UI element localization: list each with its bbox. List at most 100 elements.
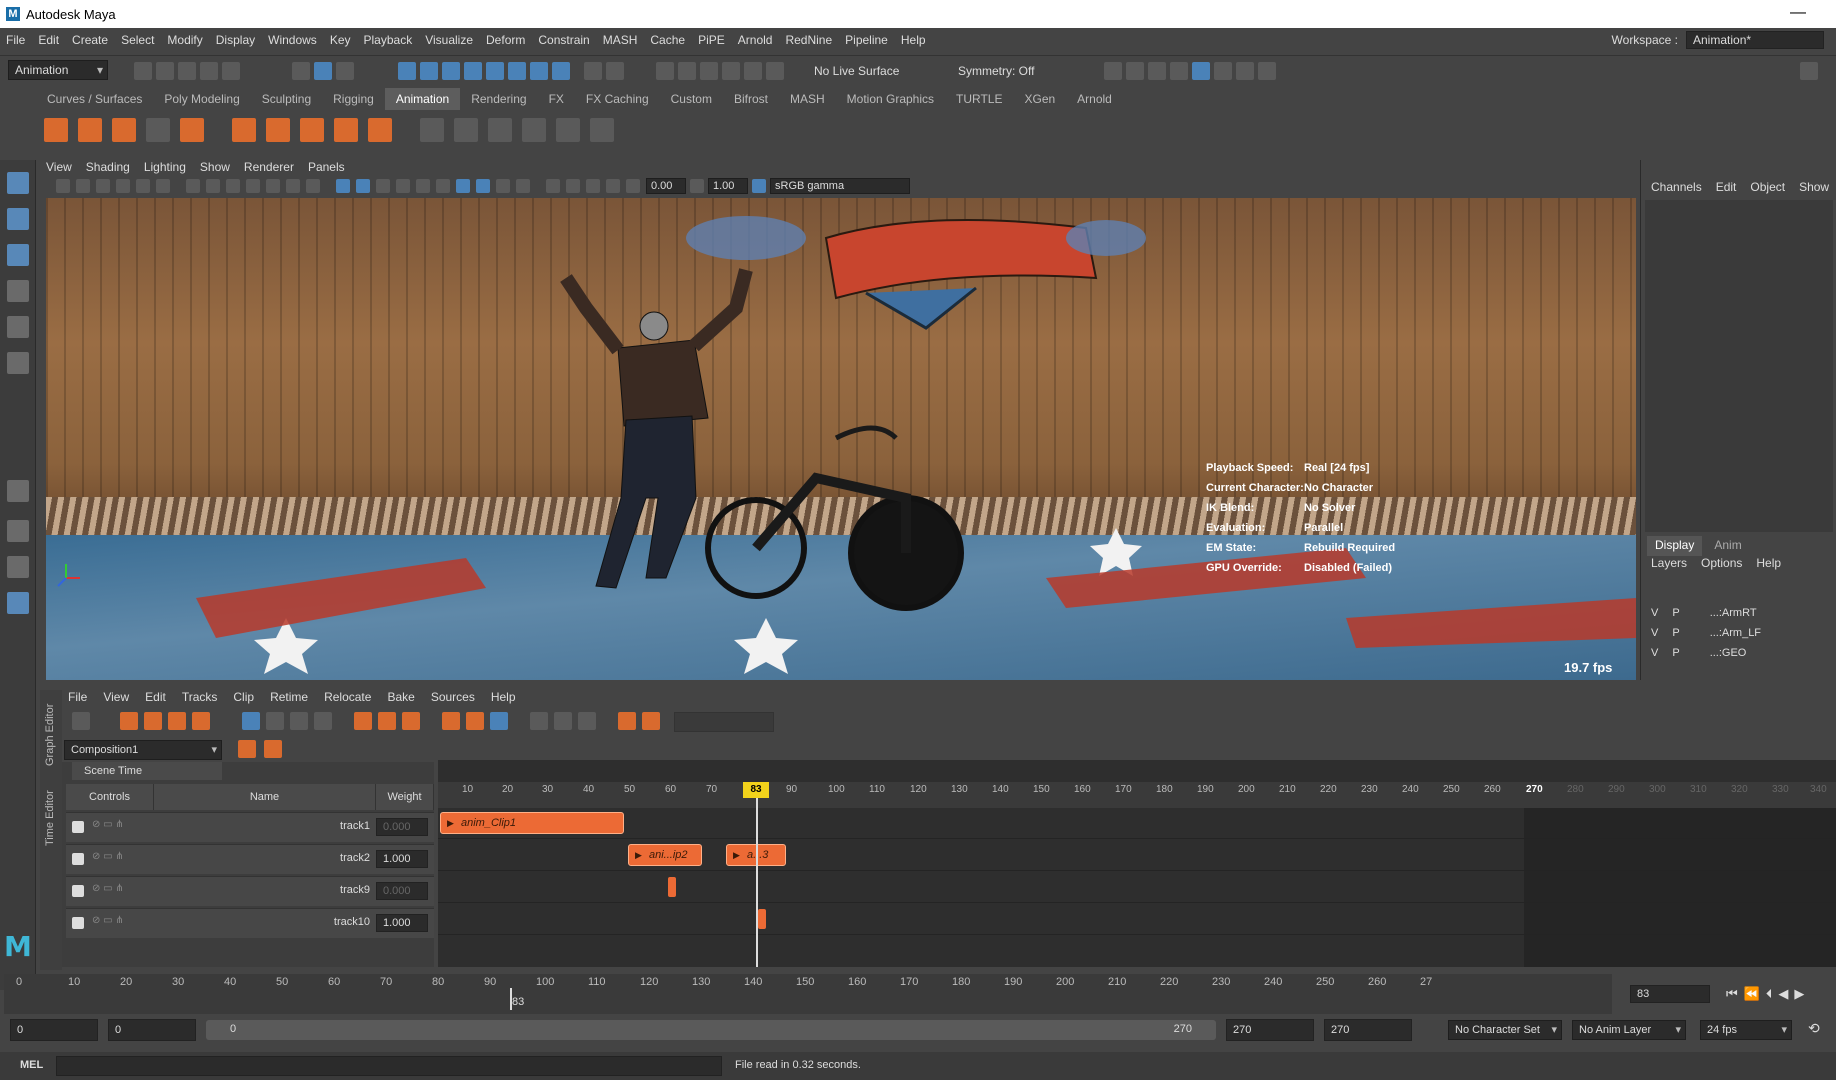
- arnold-ipr-icon[interactable]: [1214, 62, 1232, 80]
- layer-playback-toggle[interactable]: P: [1672, 647, 1679, 659]
- wireframe-on-shaded-icon[interactable]: [376, 179, 390, 193]
- layer-visibility-toggle[interactable]: V: [1651, 627, 1658, 639]
- track-weight-field[interactable]: 1.000: [376, 850, 428, 868]
- snap-point-icon[interactable]: [442, 62, 460, 80]
- viewport-menu-renderer[interactable]: Renderer: [244, 160, 294, 178]
- track-controls-icon[interactable]: ⊘ ▭ ⋔: [92, 819, 124, 830]
- channel-menu-show[interactable]: Show: [1799, 180, 1829, 194]
- te-menu-edit[interactable]: Edit: [145, 690, 166, 708]
- track-enable-checkbox[interactable]: [72, 917, 84, 929]
- shelf-tab-curves[interactable]: Curves / Surfaces: [36, 88, 153, 110]
- render-current-icon[interactable]: [1126, 62, 1144, 80]
- snap-pivot-icon[interactable]: [530, 62, 548, 80]
- shelf-tab-bifrost[interactable]: Bifrost: [723, 88, 779, 110]
- select-component-icon[interactable]: [336, 62, 354, 80]
- import-clip-icon[interactable]: [168, 712, 186, 730]
- tangent-constraint-icon[interactable]: [590, 118, 614, 142]
- lasso-tool-icon[interactable]: [7, 208, 29, 230]
- track-row[interactable]: ⊘ ▭ ⋔ track2 1.000: [66, 844, 434, 874]
- add-clip-icon[interactable]: [120, 712, 138, 730]
- track-lane[interactable]: ani...ip2 a...3: [438, 840, 1836, 871]
- gamma-icon[interactable]: [690, 179, 704, 193]
- arnold-render-icon[interactable]: [1192, 62, 1210, 80]
- clip-marker[interactable]: [668, 877, 676, 897]
- snap-curve-icon[interactable]: [420, 62, 438, 80]
- hold-icon[interactable]: [466, 712, 484, 730]
- menu-select[interactable]: Select: [121, 33, 154, 47]
- playhead-frame-label[interactable]: 83: [743, 782, 769, 798]
- clip-marker[interactable]: [758, 909, 766, 929]
- time-slider[interactable]: 0 10 20 30 40 50 60 70 80 90 100 110 120…: [4, 974, 1612, 1014]
- xray-active-icon[interactable]: [586, 179, 600, 193]
- new-scene-icon[interactable]: [134, 62, 152, 80]
- shelf-tab-fx[interactable]: FX: [538, 88, 575, 110]
- playhead-line[interactable]: [756, 782, 758, 967]
- select-hierarchy-icon[interactable]: [292, 62, 310, 80]
- single-perspective-icon[interactable]: [7, 480, 29, 502]
- render-ipr-icon[interactable]: [1148, 62, 1166, 80]
- crowd-icon[interactable]: [554, 712, 572, 730]
- menu-help[interactable]: Help: [901, 33, 926, 47]
- history-icon[interactable]: [656, 62, 674, 80]
- xray-icon[interactable]: [566, 179, 580, 193]
- track-enable-checkbox[interactable]: [72, 885, 84, 897]
- te-menu-retime[interactable]: Retime: [270, 690, 308, 708]
- te-menu-relocate[interactable]: Relocate: [324, 690, 371, 708]
- smooth-shade-icon[interactable]: [356, 179, 370, 193]
- menu-cache[interactable]: Cache: [650, 33, 685, 47]
- trim-before-icon[interactable]: [354, 712, 372, 730]
- 3d-viewport[interactable]: Playback Speed: Real [24 fps] Current Ch…: [46, 198, 1636, 680]
- motion-trail-icon[interactable]: [78, 118, 102, 142]
- hypershade-icon[interactable]: [766, 62, 784, 80]
- timeline-ruler[interactable]: 10 20 30 40 50 60 70 90 100 110 120 130 …: [438, 782, 1836, 808]
- depth-of-field-icon[interactable]: [516, 179, 530, 193]
- color-space-dropdown[interactable]: sRGB gamma: [770, 178, 910, 194]
- playback-start-field[interactable]: 0: [108, 1019, 196, 1041]
- joint-tool-icon[interactable]: [232, 118, 256, 142]
- isolate-select-icon[interactable]: [546, 179, 560, 193]
- play-forward-icon[interactable]: ▶: [1794, 986, 1804, 1002]
- pole-vector-icon[interactable]: [488, 118, 512, 142]
- step-back-key-icon[interactable]: ⏪: [1744, 986, 1760, 1002]
- ipr-icon[interactable]: [722, 62, 740, 80]
- rig-icon[interactable]: [578, 712, 596, 730]
- track-controls-icon[interactable]: ⊘ ▭ ⋔: [92, 851, 124, 862]
- viewport-menu-view[interactable]: View: [46, 160, 72, 178]
- time-editor-timeline[interactable]: 10 20 30 40 50 60 70 90 100 110 120 130 …: [438, 760, 1836, 967]
- motion-blur-icon[interactable]: [476, 179, 490, 193]
- menu-pipeline[interactable]: Pipeline: [845, 33, 888, 47]
- trim-both-icon[interactable]: [402, 712, 420, 730]
- safe-action-icon[interactable]: [286, 179, 300, 193]
- workspace-dropdown[interactable]: Animation*: [1686, 31, 1824, 49]
- minimize-icon[interactable]: —: [1790, 4, 1806, 22]
- anim-layer-dropdown[interactable]: No Anim Layer: [1572, 1020, 1686, 1040]
- te-menu-file[interactable]: File: [68, 690, 87, 708]
- shelf-tab-rendering[interactable]: Rendering: [460, 88, 537, 110]
- menu-key[interactable]: Key: [330, 33, 351, 47]
- resolution-gate-icon[interactable]: [226, 179, 240, 193]
- lock-icon[interactable]: [584, 62, 602, 80]
- shelf-tab-rigging[interactable]: Rigging: [322, 88, 385, 110]
- edit-key-icon[interactable]: [642, 712, 660, 730]
- track-lane[interactable]: [438, 904, 1836, 935]
- viewport-menu-shading[interactable]: Shading: [86, 160, 130, 178]
- snap-keys-icon[interactable]: [242, 712, 260, 730]
- unghost-icon[interactable]: [146, 118, 170, 142]
- graph-editor-tab[interactable]: Graph Editor: [44, 704, 56, 766]
- live-surface-label[interactable]: No Live Surface: [814, 64, 899, 78]
- track-lane[interactable]: [438, 872, 1836, 903]
- ghost-icon[interactable]: [112, 118, 136, 142]
- menu-display[interactable]: Display: [216, 33, 255, 47]
- menu-deform[interactable]: Deform: [486, 33, 525, 47]
- pause-icon[interactable]: [1258, 62, 1276, 80]
- playblast-icon[interactable]: [44, 118, 68, 142]
- render-icon[interactable]: [700, 62, 718, 80]
- animation-start-field[interactable]: 0: [10, 1019, 98, 1041]
- wireframe-icon[interactable]: [336, 179, 350, 193]
- te-search-field[interactable]: [674, 712, 774, 732]
- create-clip-icon[interactable]: [180, 118, 204, 142]
- trim-after-icon[interactable]: [378, 712, 396, 730]
- loop-playback-icon[interactable]: ⟲: [1808, 1020, 1820, 1037]
- export-clip-icon[interactable]: [192, 712, 210, 730]
- current-frame-field[interactable]: 83: [1630, 985, 1710, 1003]
